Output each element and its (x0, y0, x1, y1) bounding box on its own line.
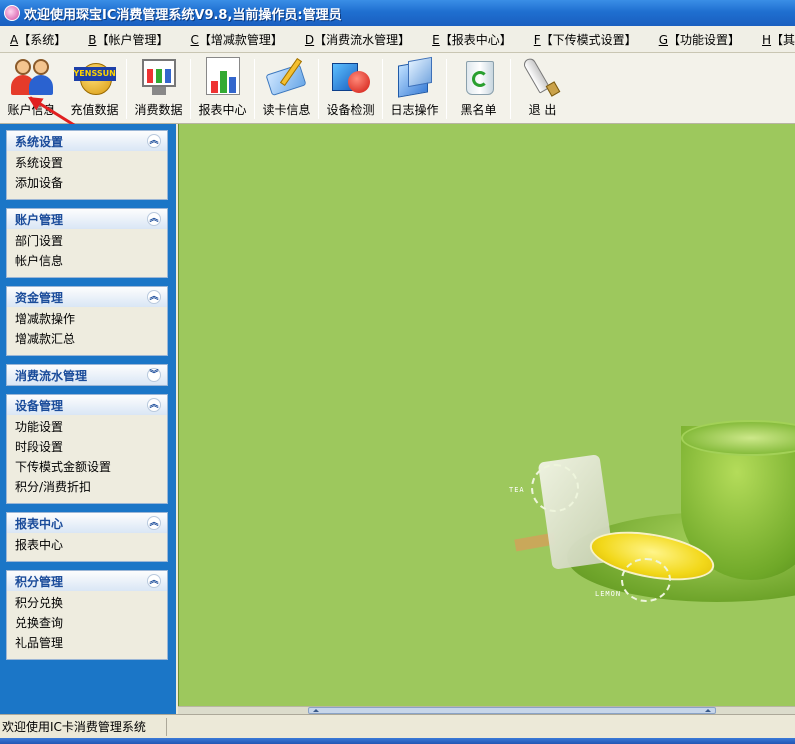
tea-label: TEA (509, 486, 525, 494)
menu-account[interactable]: B【帐户管理】 (82, 31, 174, 48)
sidebar-item-download-amount[interactable]: 下传模式金额设置 (15, 457, 167, 477)
exit-icon (521, 56, 564, 97)
lemon-label: LEMON (595, 590, 622, 598)
panel-system-settings: 系统设置 ︽ 系统设置 添加设备 (6, 130, 168, 200)
sidebar-item-adjust-operation[interactable]: 增减款操作 (15, 309, 167, 329)
panel-points-management: 积分管理 ︽ 积分兑换 兑换查询 礼品管理 (6, 570, 168, 660)
read-card-icon (264, 57, 308, 97)
chevron-up-icon[interactable]: ︽ (147, 398, 161, 412)
menu-system[interactable]: A【系统】 (4, 31, 72, 48)
panel-device-management: 设备管理 ︽ 功能设置 时段设置 下传模式金额设置 积分/消费折扣 (6, 394, 168, 504)
sidebar-item-points-discount[interactable]: 积分/消费折扣 (15, 477, 167, 497)
menu-bar: A【系统】 B【帐户管理】 C【增减款管理】 D【消费流水管理】 E【报表中心】… (0, 26, 795, 53)
chevron-up-icon[interactable]: ︽ (147, 290, 161, 304)
consume-data-button[interactable]: 消费数据 (127, 53, 190, 123)
status-bar: 欢迎使用IC卡消费管理系统 (0, 714, 795, 738)
scroll-up-icon (313, 709, 319, 712)
menu-consume-flow[interactable]: D【消费流水管理】 (299, 31, 416, 48)
chevron-up-icon[interactable]: ︽ (147, 212, 161, 226)
taskbar-strip (0, 738, 795, 744)
sidebar-item-gift-management[interactable]: 礼品管理 (15, 633, 167, 653)
decor-ring (531, 464, 579, 512)
consume-data-icon (138, 57, 180, 97)
sidebar-item-function-settings[interactable]: 功能设置 (15, 417, 167, 437)
device-check-icon (330, 57, 372, 97)
main-workspace: TEA LEMON (178, 124, 795, 706)
report-center-button[interactable]: 报表中心 (191, 53, 254, 123)
panel-header[interactable]: 账户管理 ︽ (7, 209, 167, 229)
chevron-up-icon[interactable]: ︽ (147, 574, 161, 588)
panel-header[interactable]: 系统设置 ︽ (7, 131, 167, 151)
menu-download-mode[interactable]: F【下传模式设置】 (528, 31, 643, 48)
report-chart-icon (202, 57, 244, 97)
title-bar[interactable]: 欢迎使用琛宝IC消费管理系统V9.8,当前操作员:管理员 (0, 0, 795, 26)
menu-report[interactable]: E【报表中心】 (426, 31, 518, 48)
chevron-up-icon[interactable]: ︽ (147, 516, 161, 530)
scrollbar-thumb[interactable] (308, 707, 716, 714)
status-text: 欢迎使用IC卡消费管理系统 (2, 717, 167, 736)
panel-fund-management: 资金管理 ︽ 增减款操作 增减款汇总 (6, 286, 168, 356)
sidebar-item-exchange-query[interactable]: 兑换查询 (15, 613, 167, 633)
sidebar-item-account-info[interactable]: 帐户信息 (15, 251, 167, 271)
blacklist-icon (458, 57, 500, 97)
device-check-button[interactable]: 设备检测 (319, 53, 382, 123)
menu-adjust-funds[interactable]: C【增减款管理】 (184, 31, 288, 48)
panel-report-center: 报表中心 ︽ 报表中心 (6, 512, 168, 562)
chevron-up-icon[interactable]: ︽ (147, 134, 161, 148)
log-icon (394, 56, 436, 98)
decor-ring (621, 558, 671, 602)
blacklist-button[interactable]: 黑名单 (447, 53, 510, 123)
sidebar: 系统设置 ︽ 系统设置 添加设备 账户管理 ︽ 部门设置 帐户信息 资金管理 ︽… (0, 124, 176, 714)
recharge-icon: YENSSUN (73, 57, 116, 97)
sidebar-item-report-center[interactable]: 报表中心 (15, 535, 167, 555)
app-icon (4, 5, 20, 21)
sidebar-item-time-settings[interactable]: 时段设置 (15, 437, 167, 457)
chevron-down-icon[interactable]: ︾ (147, 368, 161, 382)
sidebar-item-department-settings[interactable]: 部门设置 (15, 231, 167, 251)
window-title: 欢迎使用琛宝IC消费管理系统V9.8,当前操作员:管理员 (24, 7, 342, 23)
menu-function-settings[interactable]: G【功能设置】 (653, 31, 746, 48)
horizontal-scrollbar[interactable] (178, 706, 795, 714)
sidebar-item-system-settings[interactable]: 系统设置 (15, 153, 167, 173)
panel-consume-flow: 消费流水管理 ︾ (6, 364, 168, 386)
sidebar-item-add-device[interactable]: 添加设备 (15, 173, 167, 193)
panel-header[interactable]: 报表中心 ︽ (7, 513, 167, 533)
panel-header[interactable]: 消费流水管理 ︾ (7, 365, 167, 385)
menu-other-tools[interactable]: H【其他工具】 (756, 31, 795, 48)
sidebar-item-points-exchange[interactable]: 积分兑换 (15, 593, 167, 613)
panel-header[interactable]: 资金管理 ︽ (7, 287, 167, 307)
exit-button[interactable]: 退 出 (511, 53, 574, 123)
toolbar: 账户信息 YENSSUN 充值数据 消费数据 报表中心 读卡信息 设备检测 日志… (0, 53, 795, 124)
recharge-data-button[interactable]: YENSSUN 充值数据 (63, 53, 126, 123)
read-card-button[interactable]: 读卡信息 (255, 53, 318, 123)
log-operation-button[interactable]: 日志操作 (383, 53, 446, 123)
scroll-up-icon (705, 709, 711, 712)
panel-header[interactable]: 积分管理 ︽ (7, 571, 167, 591)
panel-account-management: 账户管理 ︽ 部门设置 帐户信息 (6, 208, 168, 278)
sidebar-item-adjust-summary[interactable]: 增减款汇总 (15, 329, 167, 349)
panel-header[interactable]: 设备管理 ︽ (7, 395, 167, 415)
